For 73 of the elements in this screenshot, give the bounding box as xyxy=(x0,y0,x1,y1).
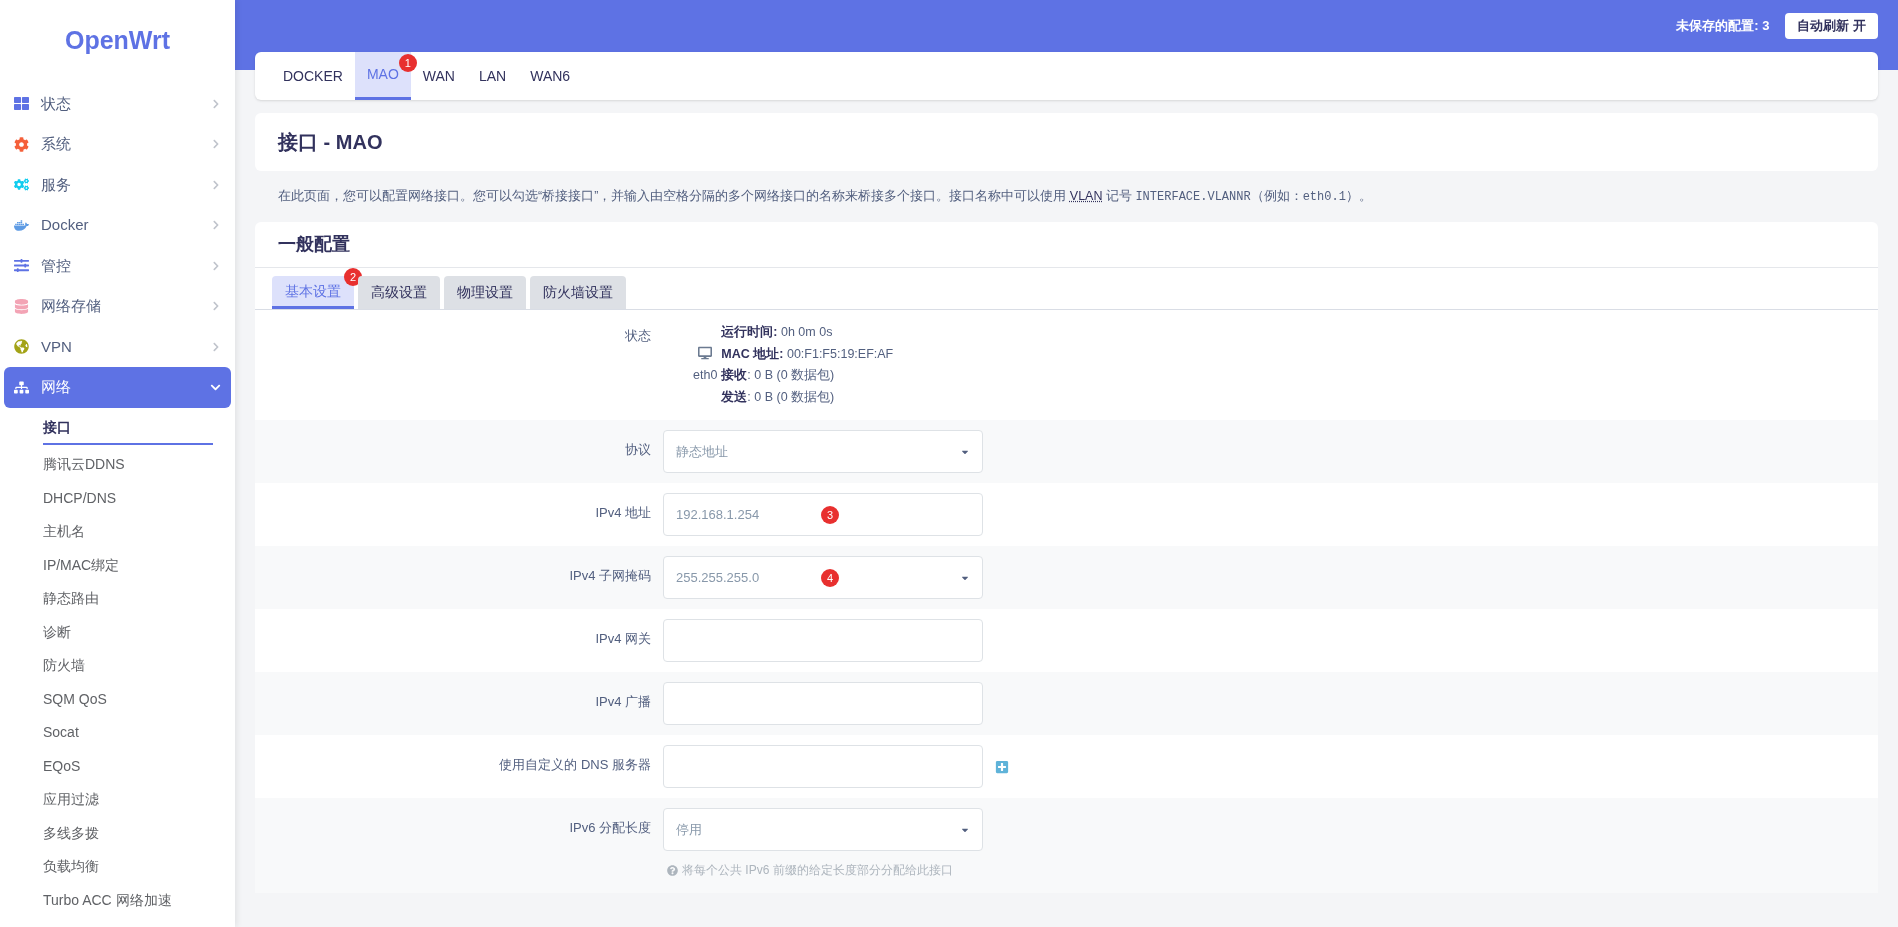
help-text: 将每个公共 IPv6 前缀的给定长度部分分配给此接口 xyxy=(682,862,953,879)
sidebar-item[interactable]: 系统 xyxy=(4,124,231,165)
field-label: IPv4 网关 xyxy=(594,630,651,648)
submenu-item[interactable]: 主机名 xyxy=(43,515,213,549)
submenu-item[interactable]: 接口 xyxy=(43,411,213,445)
sidebar-item[interactable]: 状态 xyxy=(4,83,231,124)
unsaved-count[interactable]: 未保存的配置: 3 xyxy=(1676,16,1770,36)
field-label: 状态 xyxy=(624,327,651,345)
submenu-item[interactable]: 腾讯云DDNS xyxy=(43,448,213,482)
vlan-link[interactable]: VLAN xyxy=(1069,189,1103,203)
help-icon xyxy=(667,864,678,876)
device-name: eth0 xyxy=(693,366,718,384)
field-label: IPv4 子网掩码 xyxy=(568,567,651,585)
input-field[interactable] xyxy=(663,619,983,662)
submenu-item[interactable]: IP/MAC绑定 xyxy=(43,548,213,582)
field-label: IPv4 广播 xyxy=(594,693,651,711)
field-label: IPv6 分配长度 xyxy=(568,819,651,837)
interface-tab[interactable]: DOCKER xyxy=(271,52,355,100)
chevron-right-icon xyxy=(211,179,221,190)
network-port-icon xyxy=(698,345,713,360)
code-text: eth0.1 xyxy=(1302,190,1346,204)
status-line: 接收: 0 B (0 数据包) xyxy=(721,367,836,384)
field-label: IPv4 地址 xyxy=(594,504,651,522)
field-label: 使用自定义的 DNS 服务器 xyxy=(498,756,651,774)
submenu-item[interactable]: 静态路由 xyxy=(43,582,213,616)
status-line: 运行时间: 0h 0m 0s xyxy=(721,324,834,341)
submenu-item[interactable]: 负载均衡 xyxy=(43,850,213,884)
sidebar-item[interactable]: 管控 xyxy=(4,245,231,286)
submenu-item[interactable]: 多线多拨 xyxy=(43,816,213,850)
section-tab[interactable]: 高级设置 xyxy=(358,276,440,309)
chevron-right-icon xyxy=(211,98,221,109)
status-line: 发送: 0 B (0 数据包) xyxy=(721,388,836,406)
sidebar-item[interactable]: 网络 xyxy=(4,367,231,408)
gears-icon xyxy=(14,177,29,193)
add-icon[interactable] xyxy=(995,759,1009,774)
interface-tab[interactable]: LAN xyxy=(466,52,519,100)
globe-icon xyxy=(14,339,29,355)
sidebar-item[interactable]: 网络存储 xyxy=(4,286,231,327)
input-field[interactable] xyxy=(663,745,983,788)
input-field[interactable] xyxy=(663,682,983,725)
field-label: 协议 xyxy=(624,441,651,459)
logo: OpenWrt xyxy=(64,25,171,56)
section-tab[interactable]: 防火墙设置 xyxy=(530,276,626,309)
submenu-item[interactable]: SQM QoS xyxy=(43,682,213,716)
description: 在此页面，您可以配置网络接口。您可以勾选“桥接接口”，并输入由空格分隔的多个网络接口的名称来桥接多个接口。接口名称中可以使用 VLAN 记号 INTERFACE.VLANNR（例如：eth0.1）。 xyxy=(277,188,1373,206)
status-line: MAC 地址: 00:F1:F5:19:EF:AF xyxy=(721,345,894,363)
page-title: 接口 - MAO xyxy=(278,130,383,155)
section-tab[interactable]: 物理设置 xyxy=(444,276,526,309)
sidebar-item[interactable]: VPN xyxy=(4,326,231,367)
submenu-item[interactable]: 诊断 xyxy=(43,615,213,649)
dashboard-icon xyxy=(14,96,29,112)
sitemap-icon xyxy=(14,379,29,395)
interface-tab[interactable]: WAN6 xyxy=(518,52,583,100)
sidebar-item[interactable]: 服务 xyxy=(4,164,231,205)
whale-icon xyxy=(14,217,29,233)
database-icon xyxy=(14,298,29,314)
submenu-item[interactable]: Turbo ACC 网络加速 xyxy=(43,883,213,917)
code-text: INTERFACE.VLANNR xyxy=(1135,190,1251,204)
submenu-item[interactable]: 防火墙 xyxy=(43,649,213,683)
chevron-right-icon xyxy=(211,220,221,231)
submenu-item[interactable]: 应用过滤 xyxy=(43,783,213,817)
chevron-right-icon xyxy=(211,301,221,312)
gear-icon xyxy=(14,136,29,152)
submenu-item[interactable]: DHCP/DNS xyxy=(43,481,213,515)
submenu-item[interactable]: EQoS xyxy=(43,749,213,783)
sliders-icon xyxy=(14,258,29,274)
submenu-item[interactable]: Socat xyxy=(43,716,213,750)
chevron-right-icon xyxy=(211,139,221,150)
sidebar-item[interactable]: Docker xyxy=(4,205,231,246)
auto-refresh-button[interactable]: 自动刷新 开 xyxy=(1785,13,1878,39)
section-title: 一般配置 xyxy=(255,222,1878,268)
chevron-right-icon xyxy=(211,260,221,271)
chevron-right-icon xyxy=(211,341,221,352)
